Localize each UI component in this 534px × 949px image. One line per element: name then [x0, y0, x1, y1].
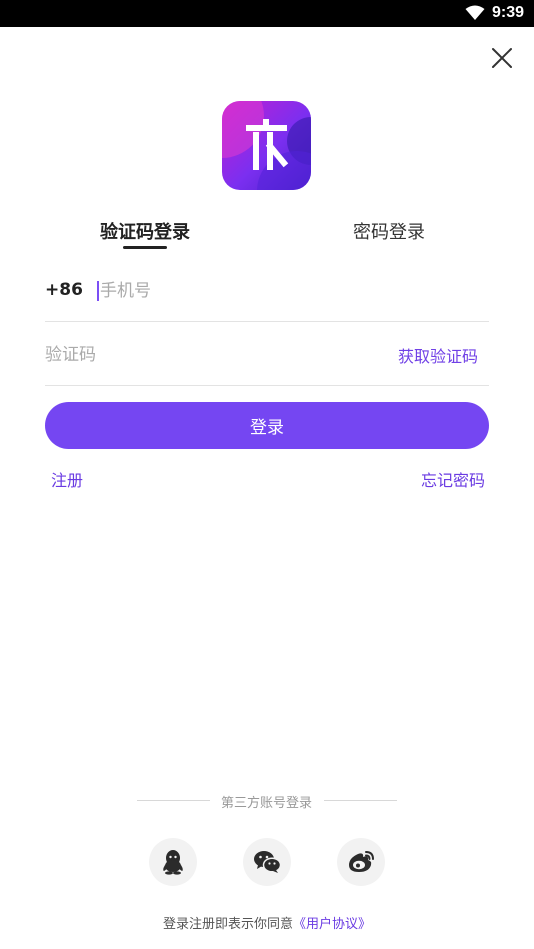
phone-divider — [45, 321, 489, 322]
app-logo — [222, 101, 311, 190]
status-bar: 9:39 — [0, 0, 534, 27]
close-icon — [492, 48, 512, 68]
active-tab-indicator — [123, 246, 167, 249]
agreement-text: 登录注册即表示你同意《用户协议》 — [0, 913, 534, 932]
qq-icon — [163, 850, 183, 875]
weibo-login-button[interactable] — [337, 838, 385, 886]
tab-sms-login[interactable]: 验证码登录 — [100, 218, 190, 244]
third-party-divider-left — [137, 800, 210, 801]
close-button[interactable] — [488, 44, 516, 72]
wifi-icon — [465, 5, 485, 20]
third-party-divider-right — [324, 800, 397, 801]
third-party-label: 第三方账号登录 — [221, 796, 313, 811]
code-input[interactable] — [45, 340, 345, 370]
qq-login-button[interactable] — [149, 838, 197, 886]
login-button[interactable]: 登录 — [45, 402, 489, 449]
phone-input[interactable] — [100, 276, 480, 306]
tab-password-login[interactable]: 密码登录 — [353, 218, 425, 244]
get-code-button[interactable]: 获取验证码 — [398, 343, 478, 367]
wechat-icon — [254, 851, 281, 873]
user-agreement-link[interactable]: 《用户协议》 — [293, 917, 371, 932]
register-link[interactable]: 注册 — [51, 467, 83, 491]
text-caret — [97, 281, 99, 301]
agreement-prefix: 登录注册即表示你同意 — [162, 917, 293, 932]
weibo-icon — [349, 851, 374, 872]
wechat-login-button[interactable] — [243, 838, 291, 886]
forgot-password-link[interactable]: 忘记密码 — [421, 467, 485, 491]
status-time: 9:39 — [491, 4, 524, 21]
code-divider — [45, 385, 489, 386]
country-code[interactable]: +86 — [45, 280, 83, 300]
